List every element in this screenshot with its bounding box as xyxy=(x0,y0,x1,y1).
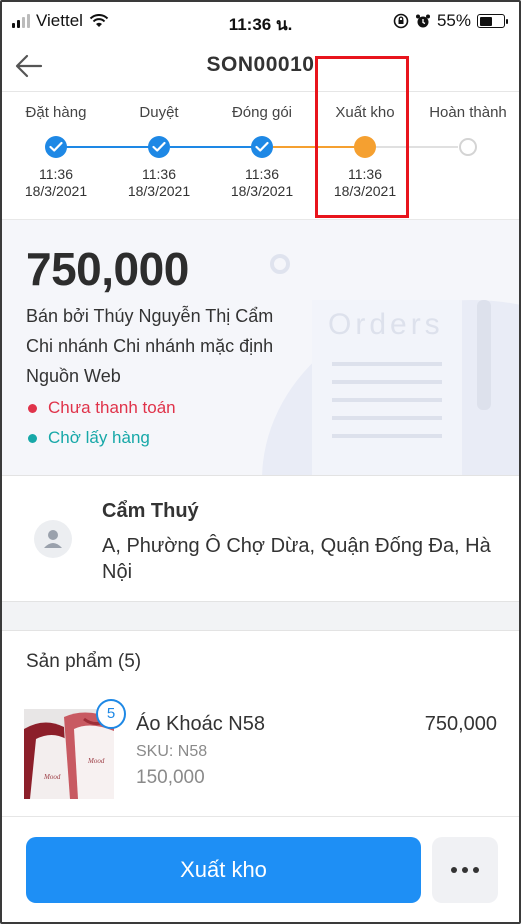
check-icon xyxy=(152,141,166,152)
step-done-dot xyxy=(148,136,170,158)
step-done-dot xyxy=(45,136,67,158)
payment-status-label: Chưa thanh toán xyxy=(48,398,176,417)
status-dot xyxy=(28,403,37,413)
step-date: 18/3/2021 xyxy=(24,183,88,199)
svg-text:Mood: Mood xyxy=(87,757,105,765)
more-button[interactable] xyxy=(432,837,498,903)
check-icon xyxy=(49,141,63,152)
rotation-lock-icon xyxy=(393,13,409,29)
step-done-dot xyxy=(251,136,273,158)
step-label: Duyệt xyxy=(139,104,179,121)
page-title: SON00010 xyxy=(206,53,315,76)
more-dots-icon xyxy=(451,867,479,873)
step-date: 18/3/2021 xyxy=(230,183,294,199)
highlight-box xyxy=(315,56,409,218)
fulfillment-status: Chờ lấy hàng xyxy=(28,428,150,448)
step-time: 11:36 xyxy=(39,166,73,182)
step-date: 18/3/2021 xyxy=(127,183,191,199)
bottom-action-bar: Xuất kho xyxy=(2,816,519,922)
fulfillment-status-label: Chờ lấy hàng xyxy=(48,428,150,447)
status-bar: Viettel 11:36 น. 55% xyxy=(2,2,519,40)
battery-percent: 55% xyxy=(436,11,471,30)
battery-level xyxy=(479,16,493,26)
order-summary: Orders 750,000 Bán bởi Thúy Nguyễn Thị C… xyxy=(2,220,519,476)
orders-illustration: Orders xyxy=(262,254,519,475)
step-label: Đóng gói xyxy=(231,104,293,121)
quantity-badge: 5 xyxy=(96,699,126,729)
step-timestamp: 11:36 18/3/2021 xyxy=(4,166,108,200)
order-source: Nguồn Web xyxy=(26,366,121,386)
customer-card[interactable]: Cẩm Thuý A, Phường Ô Chợ Dừa, Quận Đống … xyxy=(2,476,519,602)
status-dot xyxy=(28,433,37,443)
customer-name: Cẩm Thuý xyxy=(102,500,199,522)
progress-connector xyxy=(66,146,152,148)
battery-icon xyxy=(477,14,508,28)
nav-header: SON00010 xyxy=(2,40,519,92)
check-icon xyxy=(255,141,269,152)
export-warehouse-button[interactable]: Xuất kho xyxy=(26,837,421,903)
app-frame: Viettel 11:36 น. 55% SON00010 Đặt hàng 1… xyxy=(0,0,521,924)
orders-watermark: Orders xyxy=(328,308,444,341)
step-time: 11:36 xyxy=(245,166,279,182)
step-timestamp: 11:36 18/3/2021 xyxy=(107,166,211,200)
alarm-icon xyxy=(415,14,430,28)
sold-by: Bán bởi Thúy Nguyễn Thị Cẩm xyxy=(26,306,274,326)
step-label: Hoàn thành xyxy=(429,104,507,121)
progress-connector xyxy=(170,146,254,148)
step-label: Đặt hàng xyxy=(25,104,87,121)
product-unit-price: 150,000 xyxy=(136,767,205,788)
branch: Chi nhánh Chi nhánh mặc định xyxy=(26,336,274,356)
products-section: Sản phẩm (5) Mood Mood 5 Áo Khoác N58 75… xyxy=(2,630,519,816)
user-icon xyxy=(44,530,62,548)
order-total: 750,000 xyxy=(26,243,189,295)
order-progress: Đặt hàng 11:36 18/3/2021 Duyệt 11:36 18/3/… xyxy=(2,92,519,220)
step-time: 11:36 xyxy=(142,166,176,182)
product-sku: SKU: N58 xyxy=(136,743,208,760)
product-name[interactable]: Áo Khoác N58 xyxy=(136,713,265,736)
payment-status: Chưa thanh toán xyxy=(28,398,176,418)
status-right: 55% xyxy=(393,11,508,31)
products-header: Sản phẩm (5) xyxy=(26,651,142,672)
step-pending-dot xyxy=(459,138,477,156)
step-timestamp: 11:36 18/3/2021 xyxy=(210,166,314,200)
customer-address: A, Phường Ô Chợ Dừa, Quận Đống Đa, Hà Nộ… xyxy=(102,535,491,583)
product-total: 750,000 xyxy=(424,713,497,735)
svg-text:Mood: Mood xyxy=(43,773,61,781)
avatar xyxy=(34,520,72,558)
